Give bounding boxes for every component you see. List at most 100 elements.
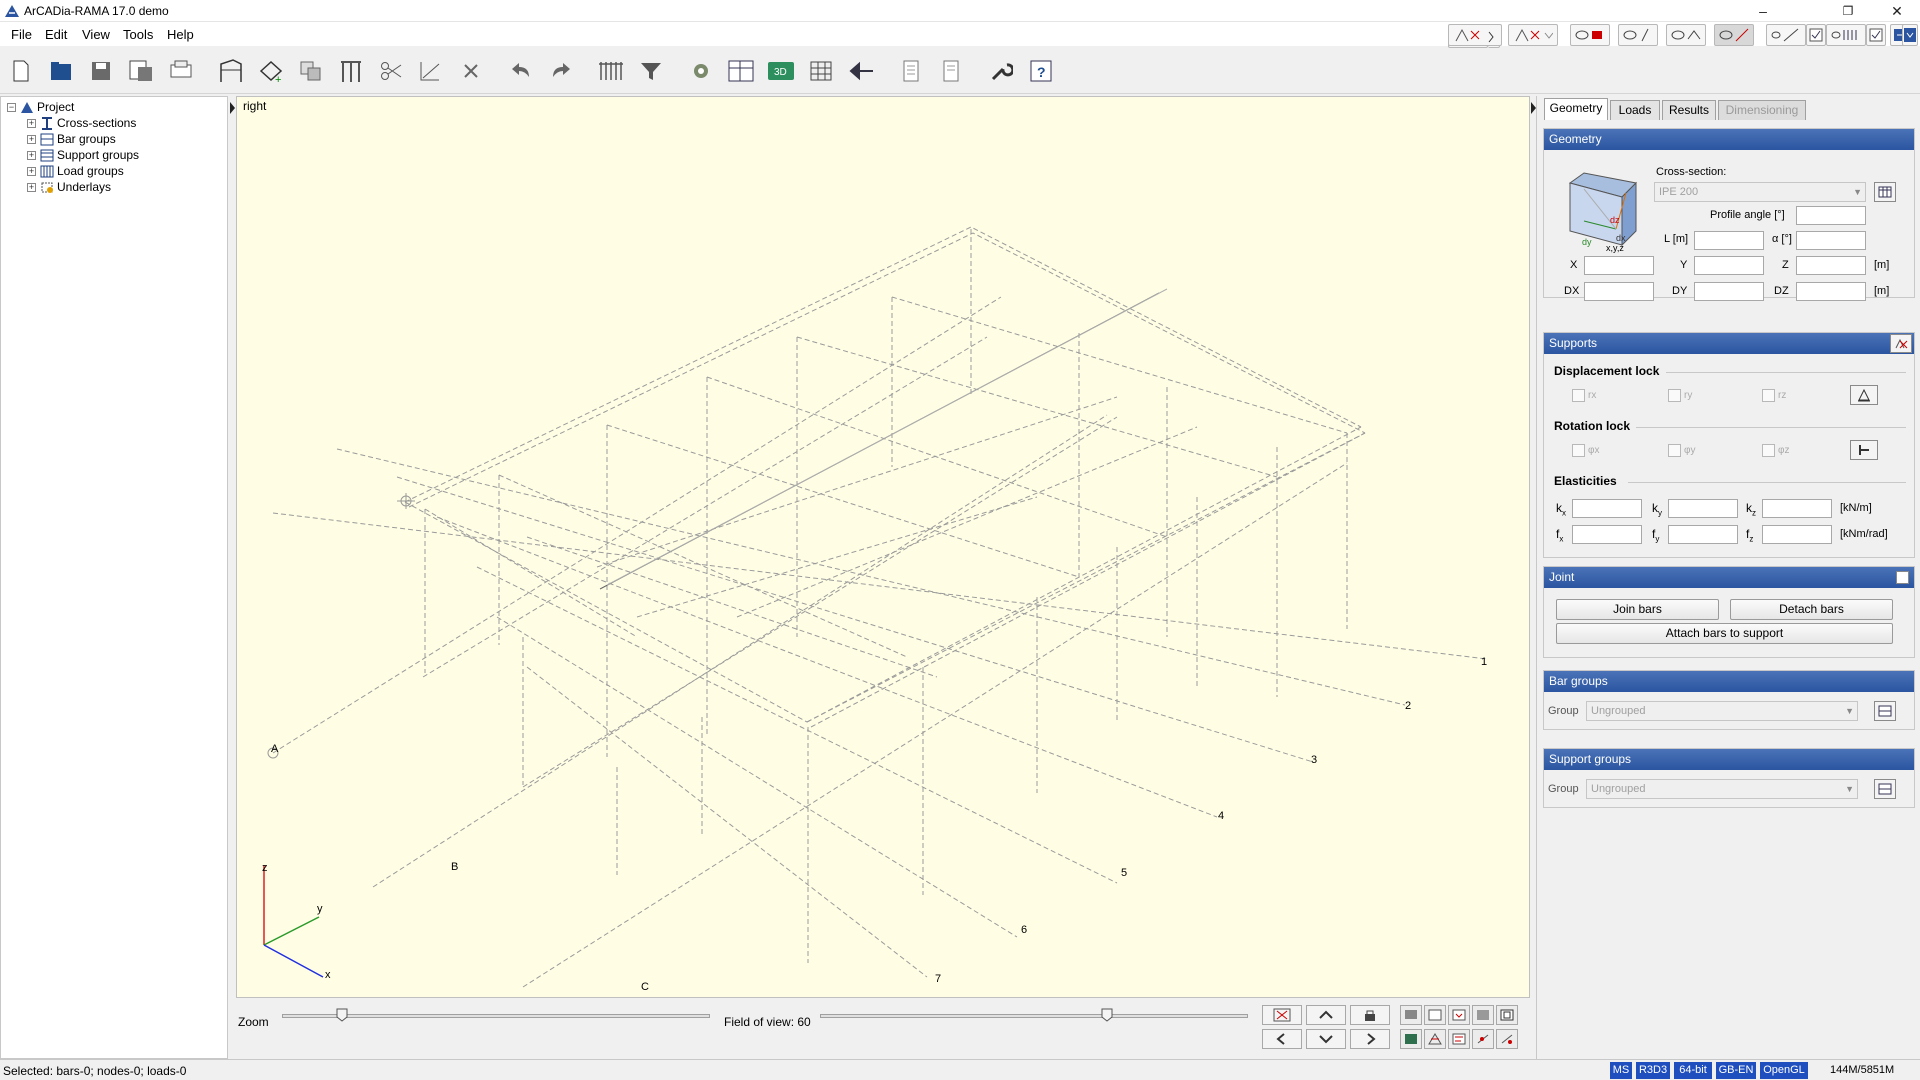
draw-frame-button[interactable] (216, 56, 246, 86)
table-button[interactable] (806, 56, 836, 86)
fov-slider[interactable] (820, 1014, 1248, 1018)
tree-node-bar-groups[interactable]: + Bar groups (27, 132, 116, 146)
joint-toggle-checkbox[interactable] (1896, 571, 1909, 584)
close-window-button[interactable]: ✕ (1874, 0, 1920, 22)
phiy-checkbox[interactable] (1668, 444, 1681, 457)
tree-node-project[interactable]: − Project (7, 100, 74, 114)
clear-supports-button[interactable] (1890, 334, 1912, 353)
bar-groups-manage-button[interactable] (1874, 701, 1896, 721)
rotate-left-button[interactable] (1262, 1029, 1302, 1049)
rotation-preset-button[interactable] (1850, 440, 1878, 460)
view-shade-button[interactable] (1472, 1005, 1494, 1025)
expand-icon[interactable]: + (27, 118, 36, 128)
left-splitter[interactable] (228, 96, 236, 1059)
collapse-icon[interactable]: − (7, 102, 16, 112)
tree-node-load-groups[interactable]: + Load groups (27, 164, 124, 178)
view-settings-button[interactable] (686, 56, 716, 86)
menu-view[interactable]: View (82, 27, 110, 42)
measure-button[interactable] (1472, 1029, 1494, 1049)
ky-input[interactable] (1668, 499, 1738, 518)
phiz-checkbox[interactable] (1762, 444, 1775, 457)
zoom-slider-thumb[interactable] (336, 1008, 348, 1022)
view-front-button[interactable] (1400, 1005, 1422, 1025)
kx-input[interactable] (1572, 499, 1642, 518)
display-check-toggle[interactable] (1806, 24, 1826, 46)
labels-button[interactable] (1448, 1029, 1470, 1049)
grid-button[interactable] (596, 56, 626, 86)
tab-loads[interactable]: Loads (1610, 100, 1660, 120)
array-button[interactable] (336, 56, 366, 86)
length-input[interactable] (1694, 231, 1764, 250)
display-check2-toggle[interactable] (1866, 24, 1886, 46)
redo-button[interactable] (546, 56, 576, 86)
displacement-preset-button[interactable] (1850, 385, 1878, 405)
rotate-down-button[interactable] (1306, 1029, 1346, 1049)
cross-section-select[interactable]: IPE 200 ▼ (1654, 182, 1866, 202)
expand-icon[interactable]: + (27, 150, 36, 160)
toolbar-overflow-button[interactable] (1902, 24, 1918, 46)
filter-button[interactable] (636, 56, 666, 86)
probe-button[interactable] (1496, 1029, 1518, 1049)
kz-input[interactable] (1762, 499, 1832, 518)
detach-bars-button[interactable]: Detach bars (1730, 599, 1893, 620)
cut-button[interactable] (376, 56, 406, 86)
save-as-button[interactable] (126, 56, 156, 86)
menu-edit[interactable]: Edit (45, 27, 67, 42)
restore-button[interactable]: ❐ (1825, 0, 1871, 22)
menu-help[interactable]: Help (167, 27, 194, 42)
display-grid-toggle[interactable] (1826, 24, 1866, 46)
fx-input[interactable] (1572, 525, 1642, 544)
display-bars-toggle[interactable] (1766, 24, 1806, 46)
tab-results[interactable]: Results (1662, 100, 1716, 120)
alpha-input[interactable] (1796, 231, 1866, 250)
menu-file[interactable]: File (11, 27, 32, 42)
render-button[interactable] (1400, 1029, 1422, 1049)
view-top-button[interactable] (1424, 1005, 1446, 1025)
display-axes-toggle[interactable] (1666, 24, 1706, 46)
delete-button[interactable] (456, 56, 486, 86)
view-3d-button[interactable]: 3D (766, 56, 796, 86)
expand-icon[interactable]: + (27, 134, 36, 144)
rz-checkbox[interactable] (1762, 389, 1775, 402)
options-button[interactable] (986, 56, 1016, 86)
expand-icon[interactable]: + (27, 182, 36, 192)
tree-node-support-groups[interactable]: + Support groups (27, 148, 139, 162)
view-side-button[interactable] (1448, 1005, 1470, 1025)
open-file-button[interactable] (46, 56, 76, 86)
split-view-button[interactable] (726, 56, 756, 86)
view-fit-button[interactable] (1496, 1005, 1518, 1025)
report-button[interactable] (896, 56, 926, 86)
y-coord-input[interactable] (1694, 256, 1764, 275)
display-nodes-toggle[interactable] (1508, 24, 1558, 46)
bar-group-select[interactable]: Ungrouped ▼ (1586, 701, 1858, 721)
mesh-button[interactable] (1424, 1029, 1446, 1049)
ry-checkbox[interactable] (1668, 389, 1681, 402)
phix-checkbox[interactable] (1572, 444, 1585, 457)
z-coord-input[interactable] (1796, 256, 1866, 275)
undo-button[interactable] (506, 56, 536, 86)
menu-tools[interactable]: Tools (123, 27, 153, 42)
support-groups-manage-button[interactable] (1874, 779, 1896, 799)
3d-viewport[interactable]: right z y x A B C 1 2 3 4 5 6 7 (236, 96, 1530, 998)
x-coord-input[interactable] (1584, 256, 1654, 275)
print-button[interactable] (166, 56, 196, 86)
cross-section-library-button[interactable] (1874, 182, 1896, 202)
new-file-button[interactable] (6, 56, 36, 86)
help-button[interactable]: ? (1026, 56, 1056, 86)
support-group-select[interactable]: Ungrouped ▼ (1586, 779, 1858, 799)
dx-input[interactable] (1584, 282, 1654, 301)
tab-dimensioning[interactable]: Dimensioning (1718, 100, 1806, 120)
lock-view-button[interactable] (1350, 1005, 1390, 1025)
tree-node-cross-sections[interactable]: + Cross-sections (27, 116, 136, 130)
add-node-button[interactable]: + (256, 56, 286, 86)
expand-icon[interactable]: + (27, 166, 36, 176)
import-button[interactable] (846, 56, 876, 86)
trim-button[interactable] (416, 56, 446, 86)
copy-button[interactable] (296, 56, 326, 86)
display-labels-toggle[interactable] (1570, 24, 1610, 46)
attach-bars-to-support-button[interactable]: Attach bars to support (1556, 623, 1893, 644)
report-settings-button[interactable] (936, 56, 966, 86)
fy-input[interactable] (1668, 525, 1738, 544)
dy-input[interactable] (1694, 282, 1764, 301)
display-numbers-toggle[interactable] (1618, 24, 1658, 46)
